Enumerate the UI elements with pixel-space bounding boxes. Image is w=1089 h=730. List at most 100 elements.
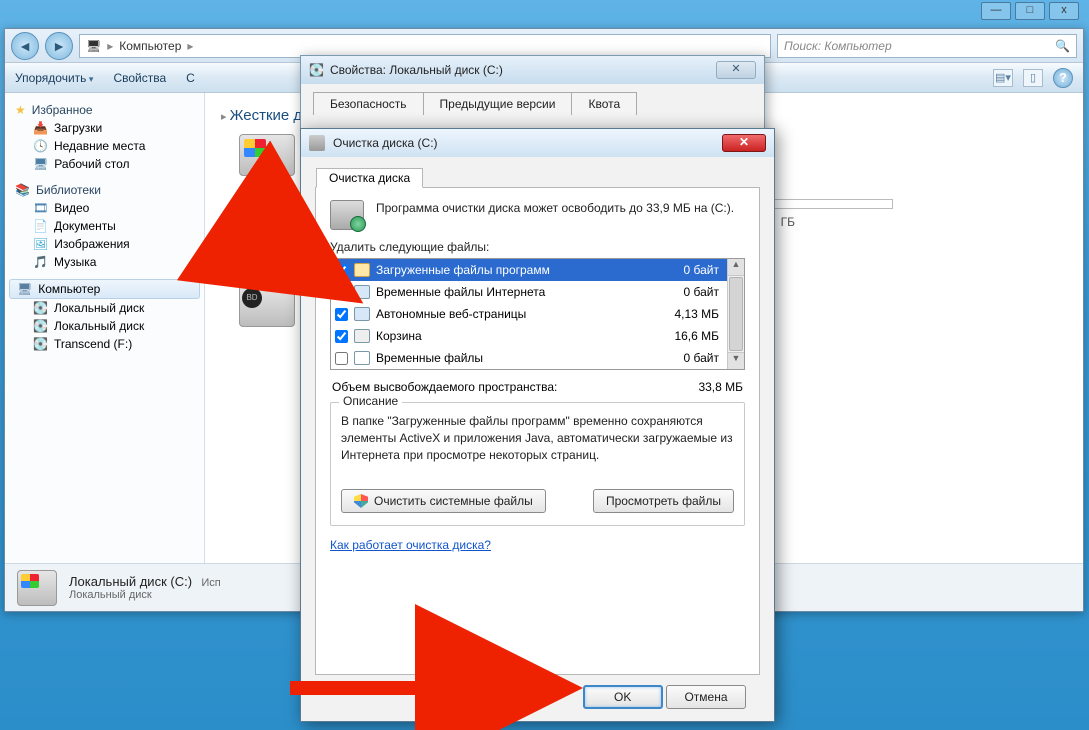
sidebar-item-pictures[interactable]: 🖼Изображения [9,235,200,253]
file-size: 0 байт [651,285,723,299]
sidebar-item-local-disk[interactable]: 💽Локальный диск [9,299,200,317]
file-list-row[interactable]: Временные файлы Интернета 0 байт [331,281,727,303]
drive-free-unit: ГБ [781,215,795,229]
folder-icon: 📥 [33,121,48,135]
desktop-icon: 🖥 [33,157,48,171]
cleanup-titlebar[interactable]: Очистка диска (C:) ✕ [301,129,774,157]
disk-cleanup-icon [330,200,364,230]
toolbar-item-truncated[interactable]: С [186,71,195,85]
tab-previous-versions[interactable]: Предыдущие версии [423,92,573,115]
dialog-footer: OK Отмена [315,675,760,709]
properties-button[interactable]: Свойства [113,71,166,85]
delete-files-label: Удалить следующие файлы: [330,240,745,254]
file-type-icon [354,307,370,321]
file-type-icon [354,285,370,299]
close-button[interactable]: x [1049,2,1079,20]
help-button[interactable]: ? [1053,68,1073,88]
file-list-row[interactable]: Корзина 16,6 МБ [331,325,727,347]
description-group: Описание В папке "Загруженные файлы прог… [330,402,745,526]
sidebar-item-transcend[interactable]: 💽Transcend (F:) [9,335,200,353]
search-box[interactable]: Поиск: Компьютер 🔍 [777,34,1077,58]
summary-label: Объем высвобождаемого пространства: [332,380,557,394]
cancel-button[interactable]: Отмена [666,685,746,709]
shield-icon [354,494,368,508]
document-icon: 📄 [33,219,48,233]
pictures-icon: 🖼 [33,237,48,251]
close-button[interactable]: ✕ [722,134,766,152]
video-icon: 🎞 [33,201,48,215]
file-checkbox[interactable] [335,330,348,343]
hdd-icon [239,134,295,176]
hdd-icon: 💽 [33,319,48,333]
maximize-button[interactable]: □ [1015,2,1045,20]
music-icon: 🎵 [33,255,48,269]
computer-icon: 🖥 [86,39,101,53]
explorer-sidebar: ★Избранное 📥Загрузки 🕓Недавние места 🖥Ра… [5,93,205,563]
scrollbar[interactable]: ▲ ▼ [727,259,744,369]
sidebar-item-computer[interactable]: 🖥Компьютер [9,279,200,299]
file-list-row[interactable]: Временные файлы0 байт [331,347,727,369]
tab-security[interactable]: Безопасность [313,92,424,115]
sidebar-item-desktop[interactable]: 🖥Рабочий стол [9,155,200,173]
scroll-down-button[interactable]: ▼ [728,352,744,369]
search-icon: 🔍 [1055,39,1070,53]
scroll-up-button[interactable]: ▲ [728,259,744,276]
help-link[interactable]: Как работает очистка диска? [330,538,491,552]
properties-tabs: Безопасность Предыдущие версии Квота [301,84,764,115]
star-icon: ★ [15,103,26,117]
file-list: Загруженные файлы программ0 байтВременны… [330,258,745,370]
chevron-right-icon: ▸ [187,39,193,53]
file-checkbox[interactable] [335,286,348,299]
file-list-row[interactable]: Автономные веб-страницы4,13 МБ [331,303,727,325]
sidebar-item-downloads[interactable]: 📥Загрузки [9,119,200,137]
description-title: Описание [339,394,402,408]
cleanup-title: Очистка диска (C:) [333,136,438,150]
file-type-icon [354,263,370,277]
search-placeholder: Поиск: Компьютер [784,39,892,53]
ok-button[interactable]: OK [583,685,663,709]
file-size: 0 байт [651,351,723,365]
file-checkbox[interactable] [335,264,348,277]
sidebar-libraries-header[interactable]: 📚Библиотеки [9,181,200,199]
properties-titlebar[interactable]: 💽 Свойства: Локальный диск (C:) ✕ [301,56,764,84]
sidebar-item-documents[interactable]: 📄Документы [9,217,200,235]
file-name: Временные файлы Интернета [376,285,645,299]
address-location: Компьютер [119,39,181,53]
sidebar-favorites-header[interactable]: ★Избранное [9,101,200,119]
disk-cleanup-icon [309,135,325,151]
cleanup-tab-control: Очистка диска Программа очистки диска мо… [315,187,760,675]
hdd-icon [239,196,295,238]
sidebar-item-videos[interactable]: 🎞Видео [9,199,200,217]
hdd-icon [17,570,57,606]
hdd-icon: 💽 [309,63,324,77]
status-used-label: Исп [201,577,220,589]
sidebar-item-recent[interactable]: 🕓Недавние места [9,137,200,155]
sidebar-item-music[interactable]: 🎵Музыка [9,253,200,271]
minimize-button[interactable]: — [981,2,1011,20]
file-checkbox[interactable] [335,352,348,365]
computer-icon: 🖥 [17,282,32,296]
file-checkbox[interactable] [335,308,348,321]
nav-back-button[interactable]: ◄ [11,32,39,60]
scroll-thumb[interactable] [729,277,743,351]
address-bar[interactable]: 🖥 ▸ Компьютер ▸ [79,34,771,58]
preview-pane-button[interactable]: ▯ [1023,69,1043,87]
file-size: 16,6 МБ [651,329,723,343]
close-button[interactable]: ✕ [716,61,756,79]
view-files-button[interactable]: Просмотреть файлы [593,489,734,513]
clean-system-files-button[interactable]: Очистить системные файлы [341,489,546,513]
file-size: 0 байт [651,263,723,277]
properties-dialog: 💽 Свойства: Локальный диск (C:) ✕ Безопа… [300,55,765,135]
tab-quota[interactable]: Квота [571,92,637,115]
disk-cleanup-dialog: Очистка диска (C:) ✕ Очистка диска Прогр… [300,128,775,722]
file-name: Загруженные файлы программ [376,263,645,277]
nav-forward-button[interactable]: ► [45,32,73,60]
file-list-row[interactable]: Загруженные файлы программ 0 байт [331,259,727,281]
view-mode-button[interactable]: ▤▾ [993,69,1013,87]
tab-disk-cleanup[interactable]: Очистка диска [316,168,423,188]
sidebar-item-local-disk[interactable]: 💽Локальный диск [9,317,200,335]
chevron-right-icon: ▸ [107,39,113,53]
bd-drive-icon [239,285,295,327]
file-name: Корзина [376,329,645,343]
organize-menu[interactable]: Упорядочить [15,71,93,85]
